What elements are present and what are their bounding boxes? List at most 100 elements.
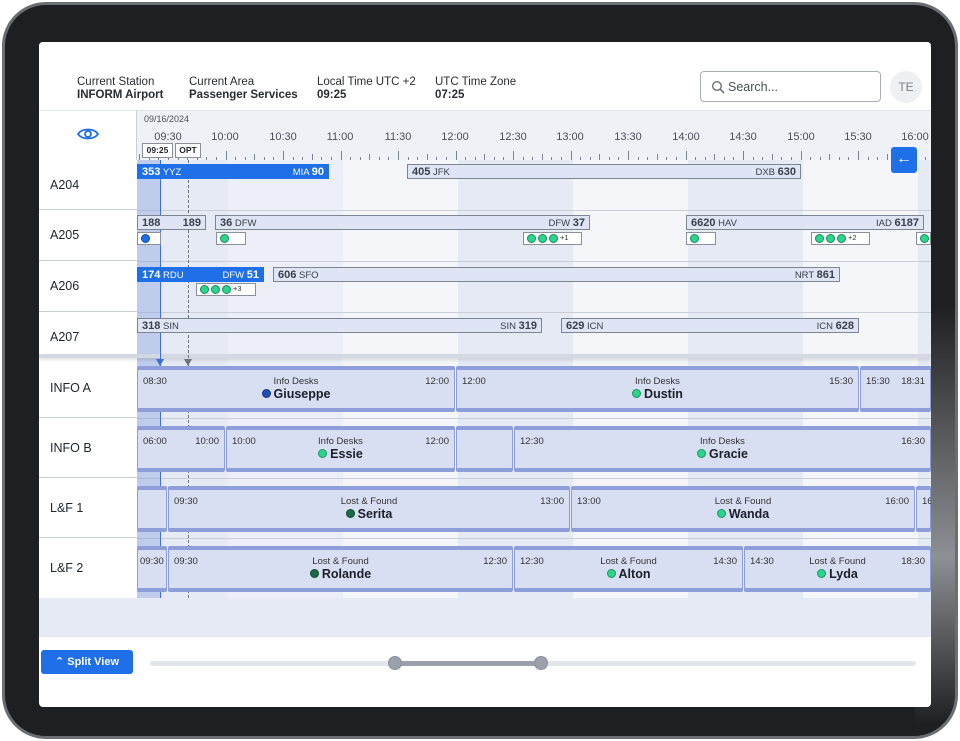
tick-label: 10:00 — [211, 131, 239, 143]
current-station: Current Station INFORM Airport — [77, 76, 163, 102]
shift-role: Info Desks — [273, 376, 319, 387]
staff-name: Dustin — [644, 387, 683, 401]
zoom-range-slider[interactable] — [150, 656, 916, 670]
split-view-label: Split View — [67, 656, 120, 668]
time-ruler[interactable]: 09/16/2024 09:30 10:00 10:30 11:00 11:30… — [137, 111, 931, 161]
shift-role: Lost & Found — [340, 496, 398, 507]
status-dot-icon — [716, 509, 726, 518]
staff-status-chips[interactable] — [216, 232, 246, 245]
eye-icon — [77, 128, 99, 140]
tick-label: 12:30 — [499, 131, 527, 143]
flight-origin: JFK — [433, 167, 450, 178]
staff-status-chips[interactable]: +2 — [811, 232, 870, 245]
search-icon — [711, 80, 725, 94]
shift-start: 16 — [922, 496, 931, 507]
tick-label: 14:30 — [729, 131, 757, 143]
shift-block[interactable]: 12:30 16:30 Info Desks Gracie — [514, 426, 931, 472]
shift-block[interactable]: 06:00 10:00 — [137, 426, 225, 472]
flight-destination: MIA — [292, 167, 310, 178]
shift-block[interactable]: 16 — [916, 486, 931, 532]
shift-block[interactable]: 12:00 15:30 Info Desks Dustin — [456, 366, 859, 412]
visibility-toggle[interactable] — [39, 111, 137, 161]
search-box[interactable] — [700, 71, 881, 102]
now-marker-icon — [156, 359, 164, 366]
flight-bar[interactable]: 188 189 — [137, 215, 206, 230]
flight-destination: DFW — [548, 218, 571, 229]
staff-name: Gracie — [709, 447, 748, 461]
tick-label: 15:30 — [844, 131, 872, 143]
shift-role: Lost & Found — [600, 556, 657, 567]
shift-block[interactable]: 13:00 16:00 Lost & Found Wanda — [571, 486, 915, 532]
slider-thumb-end[interactable] — [533, 656, 548, 670]
flight-number: 90 — [311, 166, 324, 178]
split-view-button[interactable]: ⌃ Split View — [41, 650, 133, 674]
shift-role: Lost & Found — [312, 556, 369, 567]
staff-status-chips[interactable]: +3 — [196, 283, 256, 296]
chevron-up-icon: ⌃ — [54, 656, 65, 668]
current-area: Current Area Passenger Services — [189, 76, 298, 102]
resource-label: L&F 1 — [39, 478, 137, 538]
flight-number: 405 — [412, 166, 431, 178]
status-dot-icon — [815, 234, 824, 243]
status-dot-icon — [632, 389, 642, 398]
flight-number: 51 — [246, 269, 259, 281]
status-dot-icon — [549, 234, 558, 243]
app-header: Current Station INFORM Airport Current A… — [39, 42, 931, 110]
shift-block[interactable]: 15:30 18:31 — [860, 366, 931, 412]
shift-block[interactable] — [137, 486, 167, 532]
shift-start: 15:30 — [866, 376, 890, 387]
shift-block[interactable]: 14:30 18:30 Lost & Found Lyda — [744, 546, 931, 592]
staff-name: Lyda — [829, 567, 858, 581]
flight-number: 188 — [142, 217, 161, 229]
flight-bar[interactable]: 6620 HAV IAD 6187 — [686, 215, 924, 230]
shift-block[interactable]: 12:30 14:30 Lost & Found Alton — [514, 546, 743, 592]
area-value: Passenger Services — [189, 89, 298, 101]
staff-status-chips[interactable] — [686, 232, 716, 245]
status-dot-icon — [527, 234, 536, 243]
flight-origin: HAV — [718, 218, 737, 229]
flight-origin: SIN — [163, 321, 179, 332]
flight-bar[interactable]: 629 ICN ICN 628 — [561, 318, 859, 333]
flight-bar[interactable]: 606 SFO NRT 861 — [273, 267, 840, 282]
flight-bar[interactable]: 174 RDU DFW 51 — [137, 267, 264, 282]
ruler-date: 09/16/2024 — [144, 114, 190, 124]
shift-block[interactable]: 08:30 12:00 Info Desks Giuseppe — [137, 366, 455, 412]
status-dot-icon — [826, 234, 835, 243]
shift-block[interactable]: 09:30 12:30 Lost & Found Rolande — [168, 546, 513, 592]
staff-status-chips[interactable] — [916, 232, 931, 245]
gate-label: A207 — [39, 312, 137, 358]
status-dot-icon — [200, 285, 209, 294]
shift-block[interactable]: 09:30 — [137, 546, 167, 592]
staff-status-chips[interactable]: +1 — [523, 232, 582, 245]
shift-block[interactable]: 10:00 12:00 Info Desks Essie — [226, 426, 455, 472]
slider-thumb-start[interactable] — [388, 656, 403, 670]
flight-number: 628 — [835, 320, 854, 332]
flight-number: 6187 — [894, 217, 919, 229]
opt-marker-icon — [184, 359, 192, 366]
staff-status-chips[interactable] — [137, 232, 161, 245]
flight-destination: IAD — [876, 218, 892, 229]
station-label: Current Station — [77, 76, 155, 88]
flight-bar[interactable]: 318 SIN SIN 319 — [137, 318, 542, 333]
station-value: INFORM Airport — [77, 89, 164, 101]
split-divider[interactable] — [39, 354, 931, 358]
row-divider — [137, 210, 931, 211]
flight-destination: NRT — [794, 270, 814, 281]
flight-destination: DXB — [755, 167, 775, 178]
flight-bar[interactable]: 405 JFK DXB 630 — [407, 164, 801, 179]
flight-bar[interactable]: 353 YYZ MIA 90 — [137, 164, 329, 179]
shift-block[interactable]: 09:30 13:00 Lost & Found Serita — [168, 486, 570, 532]
opt-badge[interactable]: OPT — [175, 143, 201, 158]
shift-role: Lost & Found — [714, 496, 772, 507]
staff-name: Giuseppe — [273, 387, 331, 401]
flight-bar[interactable]: 36 DFW DFW 37 — [215, 215, 590, 230]
back-button[interactable]: ← — [891, 147, 917, 173]
utc-time-value: 07:25 — [435, 89, 465, 101]
shift-end: 10:00 — [195, 436, 219, 447]
timeline-header: 09/16/2024 09:30 10:00 10:30 11:00 11:30… — [39, 110, 931, 161]
shift-block[interactable] — [456, 426, 513, 472]
user-avatar[interactable]: TE — [890, 71, 922, 103]
status-dot-icon — [837, 234, 846, 243]
shift-role: Info Desks — [318, 436, 363, 447]
search-input[interactable] — [728, 78, 873, 96]
